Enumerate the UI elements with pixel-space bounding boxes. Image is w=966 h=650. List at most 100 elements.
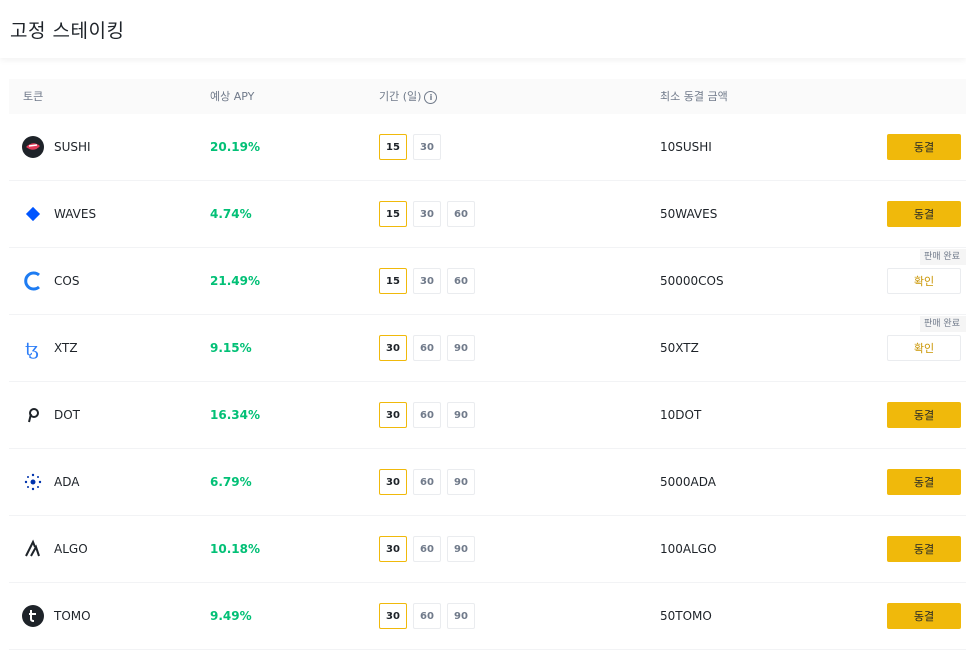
duration-option[interactable]: 30	[379, 402, 407, 428]
token-cell: SUSHI	[9, 114, 91, 180]
duration-cell: 15 30 60	[379, 181, 475, 247]
ada-icon	[22, 471, 44, 493]
token-cell: ADA	[9, 449, 79, 515]
min-amount-cell: 10DOT	[660, 382, 701, 448]
min-amount-value: 50000COS	[660, 274, 724, 288]
min-amount-value: 50TOMO	[660, 609, 712, 623]
apy-value: 21.49%	[210, 274, 260, 288]
apy-value: 9.49%	[210, 609, 252, 623]
min-amount-value: 5000ADA	[660, 475, 716, 489]
token-name: SUSHI	[54, 140, 91, 154]
duration-option[interactable]: 30	[413, 201, 441, 227]
info-icon[interactable]: i	[424, 90, 438, 104]
apy-cell: 6.79%	[210, 449, 252, 515]
min-amount-cell: 10SUSHI	[660, 114, 712, 180]
duration-options: 30 60 90	[379, 402, 475, 428]
token-name: ADA	[54, 475, 80, 489]
min-amount-value: 50XTZ	[660, 341, 699, 355]
duration-option[interactable]: 60	[413, 335, 441, 361]
confirm-button[interactable]: 확인	[887, 335, 961, 361]
tomo-icon	[22, 605, 44, 627]
stake-button[interactable]: 동결	[887, 201, 961, 227]
apy-value: 10.18%	[210, 542, 260, 556]
apy-value: 6.79%	[210, 475, 252, 489]
duration-option[interactable]: 30	[379, 335, 407, 361]
min-amount-cell: 5000ADA	[660, 449, 716, 515]
token-cell: DOT	[9, 382, 80, 448]
sushi-icon	[22, 136, 44, 158]
stake-button[interactable]: 동결	[887, 469, 961, 495]
cos-icon	[22, 270, 44, 292]
duration-cell: 30 60 90	[379, 382, 475, 448]
duration-option[interactable]: 30	[379, 469, 407, 495]
staking-table: 토큰 예상 APY 기간 (일) i 최소 동결 금액 SUSHI 20.19% …	[9, 79, 966, 650]
header-duration: 기간 (일) i	[379, 79, 438, 114]
token-cell: ꜩ XTZ	[9, 315, 78, 381]
stake-button[interactable]: 동결	[887, 402, 961, 428]
duration-option[interactable]: 30	[379, 536, 407, 562]
min-amount-cell: 50XTZ	[660, 315, 699, 381]
table-body: SUSHI 20.19% 15 30 10SUSHI 동결 WAVES 4.74%…	[9, 114, 966, 650]
min-amount-value: 10DOT	[660, 408, 702, 422]
confirm-button[interactable]: 확인	[887, 268, 961, 294]
header-min-amount: 최소 동결 금액	[660, 90, 728, 103]
apy-value: 16.34%	[210, 408, 260, 422]
duration-option[interactable]: 60	[413, 603, 441, 629]
table-row: DOT 16.34% 30 60 90 10DOT 동결	[9, 382, 966, 449]
header-apy: 예상 APY	[210, 90, 255, 103]
duration-cell: 30 60 90	[379, 516, 475, 582]
duration-options: 30 60 90	[379, 469, 475, 495]
duration-option[interactable]: 60	[413, 469, 441, 495]
stake-button[interactable]: 동결	[887, 603, 961, 629]
duration-option[interactable]: 30	[379, 603, 407, 629]
table-row: COS 21.49% 15 30 60 50000COS 판매 완료 확인	[9, 248, 966, 315]
stake-button[interactable]: 동결	[887, 134, 961, 160]
duration-option[interactable]: 90	[447, 335, 475, 361]
min-amount-value: 50WAVES	[660, 207, 718, 221]
dot-icon	[22, 404, 44, 426]
page-header: 고정 스테이킹	[0, 0, 966, 58]
duration-cell: 15 30	[379, 114, 441, 180]
apy-value: 20.19%	[210, 140, 260, 154]
stake-button[interactable]: 동결	[887, 536, 961, 562]
min-amount-value: 10SUSHI	[660, 140, 712, 154]
sold-out-badge: 판매 완료	[920, 249, 966, 265]
duration-options: 30 60 90	[379, 536, 475, 562]
table-header: 토큰 예상 APY 기간 (일) i 최소 동결 금액	[9, 79, 966, 114]
apy-cell: 10.18%	[210, 516, 260, 582]
token-name: COS	[54, 274, 80, 288]
apy-cell: 9.49%	[210, 583, 252, 649]
duration-option[interactable]: 60	[413, 402, 441, 428]
duration-option[interactable]: 60	[447, 268, 475, 294]
duration-options: 15 30	[379, 134, 441, 160]
duration-option[interactable]: 15	[379, 268, 407, 294]
duration-option[interactable]: 60	[447, 201, 475, 227]
duration-cell: 30 60 90	[379, 315, 475, 381]
page-title: 고정 스테이킹	[10, 19, 125, 42]
duration-option[interactable]: 60	[413, 536, 441, 562]
table-row: TOMO 9.49% 30 60 90 50TOMO 동결	[9, 583, 966, 650]
duration-options: 15 30 60	[379, 201, 475, 227]
min-amount-cell: 100ALGO	[660, 516, 717, 582]
duration-options: 15 30 60	[379, 268, 475, 294]
apy-value: 9.15%	[210, 341, 252, 355]
duration-option[interactable]: 90	[447, 402, 475, 428]
token-cell: ALGO	[9, 516, 88, 582]
min-amount-cell: 50TOMO	[660, 583, 712, 649]
duration-option[interactable]: 90	[447, 469, 475, 495]
duration-option[interactable]: 15	[379, 201, 407, 227]
sold-out-badge: 판매 완료	[920, 316, 966, 332]
token-cell: WAVES	[9, 181, 96, 247]
table-row: WAVES 4.74% 15 30 60 50WAVES 동결	[9, 181, 966, 248]
duration-option[interactable]: 30	[413, 134, 441, 160]
token-name: WAVES	[54, 207, 97, 221]
duration-option[interactable]: 15	[379, 134, 407, 160]
apy-cell: 9.15%	[210, 315, 252, 381]
duration-option[interactable]: 90	[447, 603, 475, 629]
min-amount-cell: 50000COS	[660, 248, 724, 314]
header-duration-label: 기간 (일)	[379, 90, 422, 103]
duration-cell: 30 60 90	[379, 583, 475, 649]
token-name: TOMO	[54, 609, 91, 623]
duration-option[interactable]: 90	[447, 536, 475, 562]
duration-option[interactable]: 30	[413, 268, 441, 294]
